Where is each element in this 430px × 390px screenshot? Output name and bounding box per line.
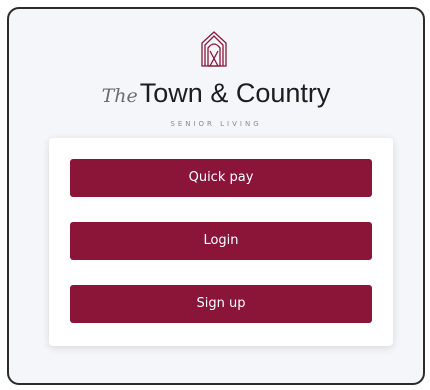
brand-name: TheTown & Country [9, 75, 423, 115]
house-arch-icon [201, 31, 227, 67]
action-card: Quick pay Login Sign up [49, 138, 393, 346]
login-button[interactable]: Login [70, 222, 372, 260]
quick-pay-button[interactable]: Quick pay [70, 159, 372, 197]
sign-up-button[interactable]: Sign up [70, 285, 372, 323]
brand-logo: TheTown & Country SENIOR LIVING [9, 31, 423, 141]
brand-tagline: SENIOR LIVING [170, 120, 262, 128]
brand-prefix: The [101, 85, 138, 107]
brand-title: Town & Country [139, 78, 331, 108]
app-window: TheTown & Country SENIOR LIVING Quick pa… [7, 7, 425, 385]
